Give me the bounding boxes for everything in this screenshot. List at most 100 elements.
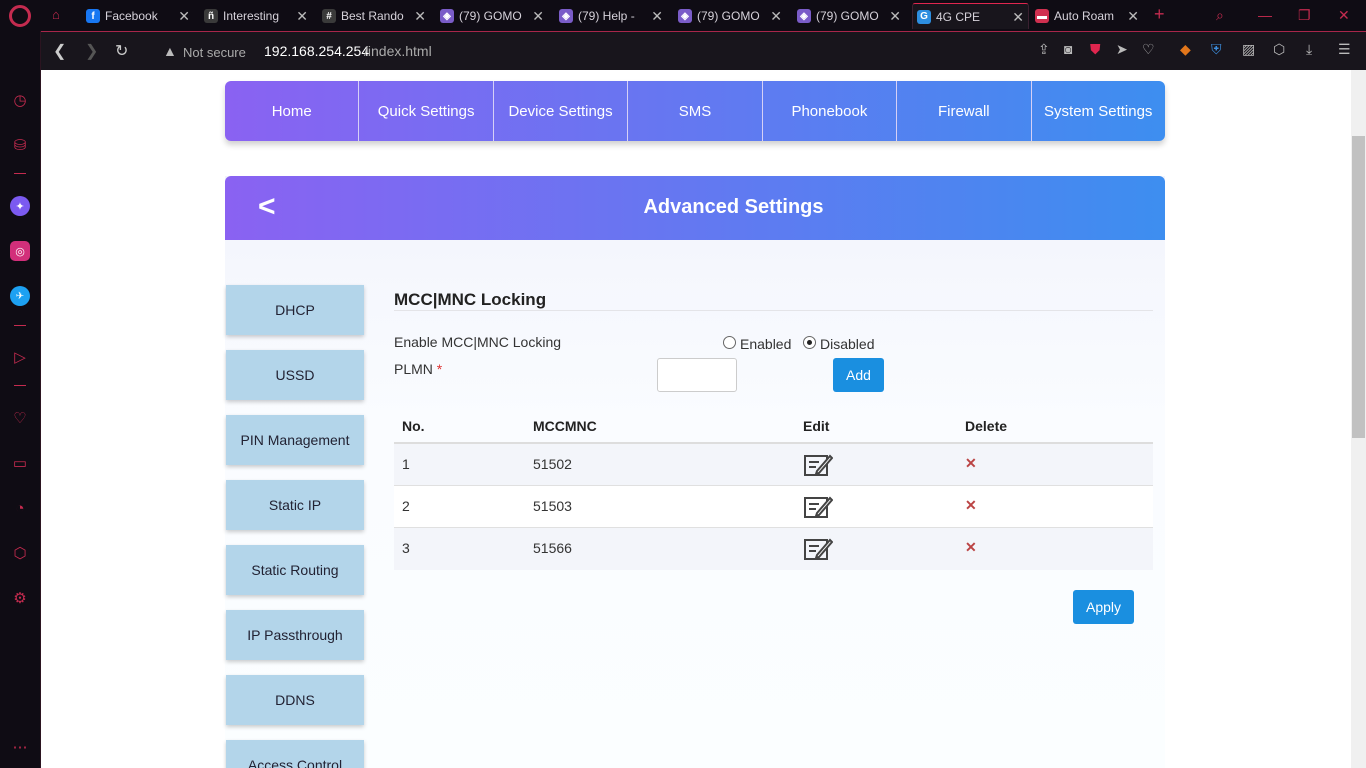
sidenav-pin-management[interactable]: PIN Management [226,415,364,465]
add-button[interactable]: Add [833,358,884,392]
menu-system-settings[interactable]: System Settings [1032,81,1165,141]
twitter-icon[interactable]: ✈ [10,286,30,306]
cube-icon[interactable]: ⬡ [1273,41,1285,58]
tab-label: (79) GOMO [697,9,760,23]
browser-tab[interactable]: # Best Rando ✕ [318,3,430,29]
tab-close-icon[interactable]: ✕ [1127,8,1139,25]
opera-logo-icon[interactable] [9,5,31,27]
browser-tab[interactable]: ñ Interesting ✕ [200,3,312,29]
enable-locking-label: Enable MCC|MNC Locking [394,334,562,350]
browser-tab[interactable]: ◈ (79) Help - ✕ [555,3,667,29]
menu-phonebook[interactable]: Phonebook [763,81,898,141]
url-host[interactable]: 192.168.254.254 [264,43,369,59]
sidenav-ip-passthrough[interactable]: IP Passthrough [226,610,364,660]
plmn-label-text: PLMN [394,361,433,377]
extension-icon[interactable]: ▨ [1242,41,1255,58]
adblock-shield-icon[interactable]: ⛊ [1090,41,1101,58]
settings-gear-icon[interactable]: ⚙ [10,588,30,608]
delete-icon[interactable]: ✕ [965,497,977,514]
tab-close-icon[interactable]: ✕ [770,8,782,25]
tab-close-icon[interactable]: ✕ [532,8,544,25]
player-icon[interactable]: ▷ [10,347,30,367]
apply-button[interactable]: Apply [1073,590,1134,624]
history-icon[interactable]: ◔ [10,498,30,518]
delete-icon[interactable]: ✕ [965,539,977,556]
metamask-icon[interactable]: ◆ [1180,41,1191,58]
reload-icon[interactable]: ↻ [115,41,128,61]
row-mccmnc: 51502 [533,456,572,472]
sidenav-static-ip[interactable]: Static IP [226,480,364,530]
table-row: 1 51502 ✕ [394,444,1153,486]
delete-icon[interactable]: ✕ [965,455,977,472]
url-path[interactable]: /index.html [364,43,432,59]
menu-sms[interactable]: SMS [628,81,763,141]
workspace-icon[interactable]: ⌂ [52,7,60,22]
bitwarden-icon[interactable]: ⛨ [1211,41,1222,58]
hash-icon: # [322,9,336,23]
browser-tab[interactable]: G 4G CPE ✕ [912,3,1029,29]
header-no: No. [402,418,425,434]
sidenav-ussd[interactable]: USSD [226,350,364,400]
plmn-input[interactable] [657,358,737,392]
heart-icon[interactable]: ♡ [10,408,30,428]
header-edit: Edit [803,418,830,434]
tab-close-icon[interactable]: ✕ [889,8,901,25]
back-icon[interactable]: ❮ [53,41,66,61]
browser-tab[interactable]: f Facebook ✕ [82,3,194,29]
row-mccmnc: 51566 [533,540,572,556]
browser-tab[interactable]: ◈ (79) GOMO ✕ [674,3,786,29]
display-icon[interactable]: ▭ [10,453,30,473]
sidenav-dhcp[interactable]: DHCP [226,285,364,335]
browser-tab[interactable]: ◈ (79) GOMO ✕ [793,3,905,29]
scrollbar-thumb[interactable] [1352,136,1365,438]
download-icon[interactable]: ⤓ [1306,41,1312,58]
browser-sidebar: ◷ ⛁ ✦ ◎ ✈ ▷ ♡ ▭ ◔ ⬡ ⚙ ⋯ [0,31,41,768]
row-number: 3 [402,540,410,556]
bookmark-heart-icon[interactable]: ♡ [1142,41,1155,58]
required-mark: * [436,361,443,377]
menu-firewall[interactable]: Firewall [897,81,1032,141]
tab-close-icon[interactable]: ✕ [178,8,190,25]
minimize-icon[interactable]: — [1258,7,1272,23]
sidenav-ddns[interactable]: DDNS [226,675,364,725]
sidenav-access-control[interactable]: Access Control [226,740,364,768]
tab-close-icon[interactable]: ✕ [1012,9,1024,26]
browser-tab[interactable]: ◈ (79) GOMO ✕ [436,3,548,29]
restore-icon[interactable]: ❐ [1298,7,1311,24]
share-icon[interactable]: ⇪ [1038,41,1050,58]
close-window-icon[interactable]: ✕ [1338,7,1350,24]
enabled-radio-label[interactable]: Enabled [740,336,791,352]
send-icon[interactable]: ➤ [1116,41,1128,58]
browser-tab-bar: ⌂ f Facebook ✕ ñ Interesting ✕ # Best Rando ✕ ◈ (7… [0,0,1366,31]
camera-icon[interactable]: ◙ [1064,41,1072,57]
edit-icon[interactable] [803,536,833,562]
forward-icon[interactable]: ❯ [85,41,98,61]
disabled-radio-label[interactable]: Disabled [820,336,874,352]
menu-device-settings[interactable]: Device Settings [494,81,629,141]
bag-icon[interactable]: ⛁ [10,135,30,155]
tab-close-icon[interactable]: ✕ [651,8,663,25]
disabled-radio[interactable] [803,336,816,349]
tab-close-icon[interactable]: ✕ [414,8,426,25]
flag-icon: ▬ [1035,9,1049,23]
menu-quick-settings[interactable]: Quick Settings [359,81,494,141]
extensions-icon[interactable]: ⬡ [10,543,30,563]
security-status[interactable]: Not secure [183,45,246,60]
edit-icon[interactable] [803,494,833,520]
more-icon[interactable]: ⋯ [10,737,30,757]
tab-close-icon[interactable]: ✕ [296,8,308,25]
new-tab-icon[interactable]: + [1154,4,1165,25]
person-icon: ñ [204,9,218,23]
menu-icon[interactable]: ☰ [1338,41,1351,58]
browser-tab[interactable]: ▬ Auto Roam ✕ [1031,3,1143,29]
warning-icon[interactable]: ▲ [163,43,177,59]
messenger-icon[interactable]: ✦ [10,196,30,216]
speed-dial-icon[interactable]: ◷ [10,90,30,110]
menu-home[interactable]: Home [225,81,360,141]
tab-label: Best Rando [341,9,404,23]
search-icon[interactable]: ⌕ [1216,7,1224,24]
enabled-radio[interactable] [723,336,736,349]
edit-icon[interactable] [803,452,833,478]
instagram-icon[interactable]: ◎ [10,241,30,261]
sidenav-static-routing[interactable]: Static Routing [226,545,364,595]
